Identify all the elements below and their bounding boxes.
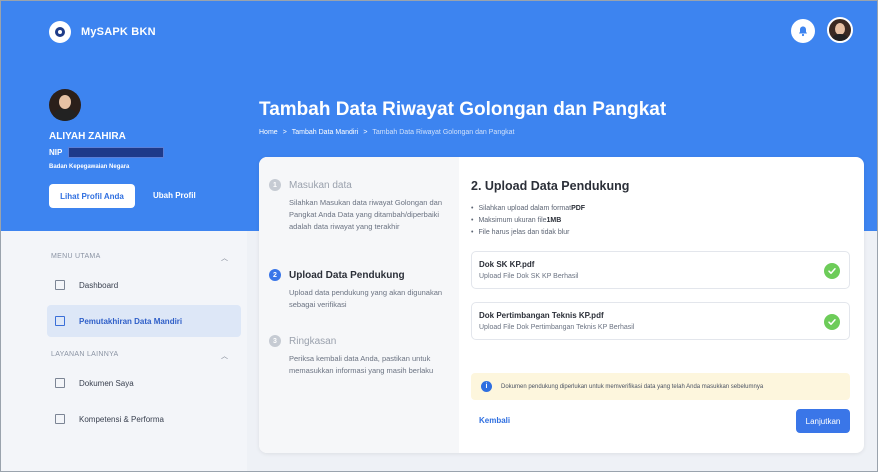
check-circle-icon [824,314,840,330]
view-profile-button[interactable]: Lihat Profil Anda [49,184,135,208]
sidebar: MENU UTAMA ︿ Dashboard Pemutakhiran Data… [1,231,247,471]
edit-profile-link[interactable]: Ubah Profil [153,191,196,200]
grid-icon [55,280,65,290]
top-bar: MySAPK BKN [1,1,877,65]
info-notice: i Dokumen pendukung diperlukan untuk mem… [471,373,850,400]
sidebar-item-label: Dashboard [79,280,119,290]
rule-item: • Silahkan upload dalam format PDF [471,205,586,212]
file-status: Upload File Dok Pertimbangan Teknis KP B… [479,324,635,331]
sidebar-item-my-documents[interactable]: Dokumen Saya [47,367,241,399]
step-3: 3 Ringkasan Periksa kembali data Anda, p… [269,335,454,377]
breadcrumb: Home > Tambah Data Mandiri > Tambah Data… [259,129,514,136]
other-services-title: LAYANAN LAINNYA [51,351,119,358]
step-title: Upload Data Pendukung [289,269,405,281]
chevron-up-icon[interactable]: ︿ [221,253,228,263]
step-number: 3 [269,335,281,347]
sidebar-item-dashboard[interactable]: Dashboard [47,269,241,301]
profile-name: ALIYAH ZAHIRA [49,131,126,142]
step-description: Periksa kembali data Anda, pastikan untu… [289,354,434,375]
app-logo-icon[interactable] [49,21,71,43]
stepper: 1 Masukan data Silahkan Masukan data riw… [259,157,459,453]
notification-bell-icon[interactable] [791,19,815,43]
main-menu-title: MENU UTAMA [51,253,101,260]
sidebar-item-data-update[interactable]: Pemutakhiran Data Mandiri [47,305,241,337]
sidebar-item-label: Pemutakhiran Data Mandiri [79,316,183,326]
step-number: 2 [269,269,281,281]
profile-avatar [49,89,81,121]
upload-section: 2. Upload Data Pendukung • Silahkan uploa… [469,157,864,453]
breadcrumb-home[interactable]: Home [259,129,278,136]
agency-name: Badan Kepegawaian Negara [49,164,130,170]
step-title: Masukan data [289,179,352,191]
info-icon: i [481,381,492,392]
rule-item: • File harus jelas dan tidak blur [471,229,570,236]
file-status: Upload File Dok SK KP Berhasil [479,273,579,280]
document-icon [55,378,65,388]
check-circle-icon [824,263,840,279]
upload-rules: • Silahkan upload dalam format PDF • Maksi… [471,203,585,239]
sidebar-item-label: Dokumen Saya [79,378,134,388]
form-card: 1 Masukan data Silahkan Masukan data riw… [259,157,864,453]
step-2: 2 Upload Data Pendukung Upload data pend… [269,269,454,311]
nip-redacted [68,147,165,158]
step-number: 1 [269,179,281,191]
qr-grid-icon [55,414,65,424]
breadcrumb-separator: > [363,129,368,136]
nip-row: NIP [49,147,165,158]
upload-title: 2. Upload Data Pendukung [471,179,630,193]
sidebar-item-competency[interactable]: Kompetensi & Performa [47,403,241,435]
step-description: Silahkan Masukan data riwayat Golongan d… [289,198,443,231]
chevron-up-icon[interactable]: ︿ [221,351,228,361]
step-description: Upload data pendukung yang akan digunaka… [289,288,443,309]
next-button[interactable]: Lanjutkan [796,409,850,433]
nip-label: NIP [49,148,63,157]
page-title: Tambah Data Riwayat Golongan dan Pangkat [259,99,667,120]
back-button[interactable]: Kembali [479,416,510,425]
app-name: MySAPK BKN [81,26,156,38]
breadcrumb-current: Tambah Data Riwayat Golongan dan Pangkat [372,129,515,136]
notice-text: Dokumen pendukung diperlukan untuk memve… [501,383,764,390]
file-name: Dok Pertimbangan Teknis KP.pdf [479,311,604,320]
file-name: Dok SK KP.pdf [479,260,535,269]
breadcrumb-add-data[interactable]: Tambah Data Mandiri [292,129,359,136]
step-1: 1 Masukan data Silahkan Masukan data riw… [269,179,454,233]
rule-item: • Maksimum ukuran file 1MB [471,217,562,224]
step-title: Ringkasan [289,335,337,347]
user-avatar[interactable] [827,17,853,43]
file-card[interactable]: Dok SK KP.pdf Upload File Dok SK KP Berh… [471,251,850,289]
file-card[interactable]: Dok Pertimbangan Teknis KP.pdf Upload Fi… [471,302,850,340]
app-frame: MySAPK BKN ALIYAH ZAHIRA NIP Badan Kepeg… [0,0,878,472]
grid-icon [55,316,65,326]
breadcrumb-separator: > [282,129,287,136]
sidebar-item-label: Kompetensi & Performa [79,414,164,424]
